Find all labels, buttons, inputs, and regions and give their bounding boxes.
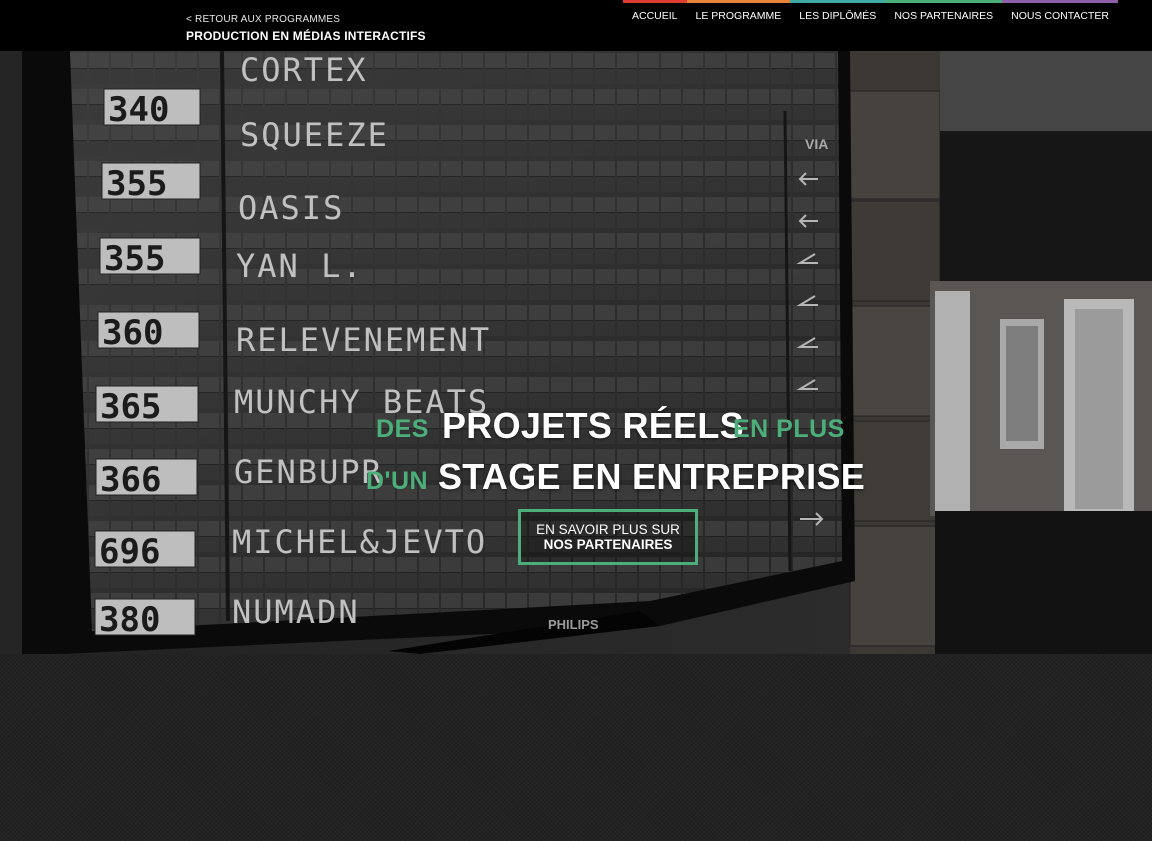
page-content-area [0, 654, 1152, 841]
nav-item-diplomes[interactable]: LES DIPLÔMÉS [790, 0, 886, 28]
nav-item-partenaires[interactable]: NOS PARTENAIRES [885, 0, 1003, 28]
back-to-programs-link[interactable]: < RETOUR AUX PROGRAMMES [186, 14, 340, 25]
nav-item-programme[interactable]: LE PROGRAMME [686, 0, 791, 28]
partners-cta-button[interactable]: EN SAVOIR PLUS SUR NOS PARTENAIRES [518, 509, 698, 565]
program-title[interactable]: PRODUCTION EN MÉDIAS INTERACTIFS [186, 29, 426, 43]
nav-item-contacter[interactable]: NOUS CONTACTER [1002, 0, 1118, 28]
site-header: < RETOUR AUX PROGRAMMES PRODUCTION EN MÉ… [0, 0, 1152, 51]
main-nav: ACCUEIL LE PROGRAMME LES DIPLÔMÉS NOS PA… [623, 0, 1118, 28]
hero-banner: 340 355 355 360 365 366 696 380 CORTEX S… [0, 51, 1152, 654]
cta-line-2: NOS PARTENAIRES [543, 537, 673, 552]
nav-item-accueil[interactable]: ACCUEIL [623, 0, 687, 28]
cta-line-1: EN SAVOIR PLUS SUR [536, 522, 680, 537]
